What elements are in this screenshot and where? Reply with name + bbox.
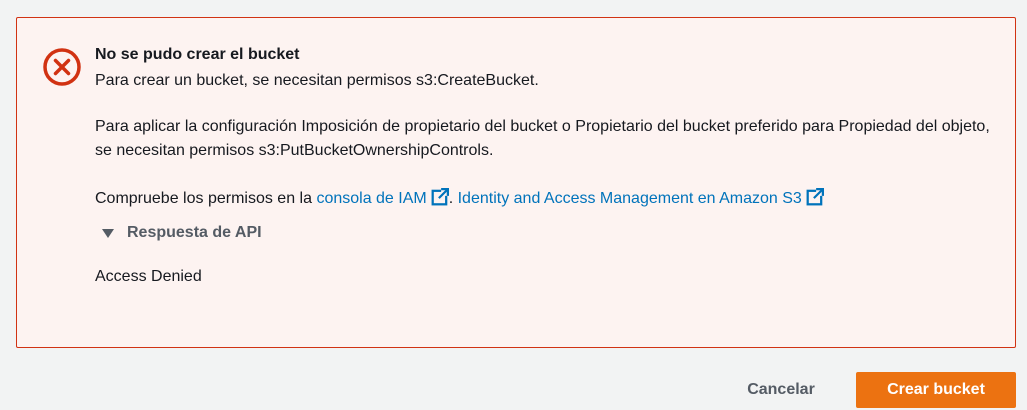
- create-bucket-button[interactable]: Crear bucket: [856, 372, 1016, 408]
- alert-check-permissions: Compruebe los permisos en la consola de …: [95, 187, 995, 211]
- iam-s3-docs-link[interactable]: Identity and Access Management en Amazon…: [457, 188, 824, 207]
- error-alert: No se pudo crear el bucket Para crear un…: [16, 17, 1016, 348]
- api-response-expander[interactable]: Respuesta de API: [95, 221, 995, 245]
- link-separator: .: [448, 190, 458, 207]
- external-link-icon: [431, 188, 449, 206]
- api-response-text: Access Denied: [95, 268, 202, 285]
- check-permissions-prefix: Compruebe los permisos en la: [95, 190, 317, 207]
- caret-down-icon: [102, 229, 114, 238]
- alert-content: No se pudo crear el bucket Para crear un…: [95, 43, 995, 289]
- iam-console-link[interactable]: consola de IAM: [316, 188, 449, 207]
- alert-message-ownership-permission: Para aplicar la configuración Imposición…: [95, 118, 990, 159]
- cancel-button[interactable]: Cancelar: [728, 372, 834, 408]
- iam-s3-docs-link-label: Identity and Access Management en Amazon…: [457, 190, 802, 207]
- alert-message-create-permission: Para crear un bucket, se necesitan permi…: [95, 72, 539, 89]
- external-link-icon: [806, 188, 824, 206]
- api-response-expander-label: Respuesta de API: [127, 224, 262, 241]
- error-circle-x-icon: [43, 48, 81, 86]
- iam-console-link-label: consola de IAM: [316, 190, 427, 207]
- alert-title: No se pudo crear el bucket: [95, 46, 300, 63]
